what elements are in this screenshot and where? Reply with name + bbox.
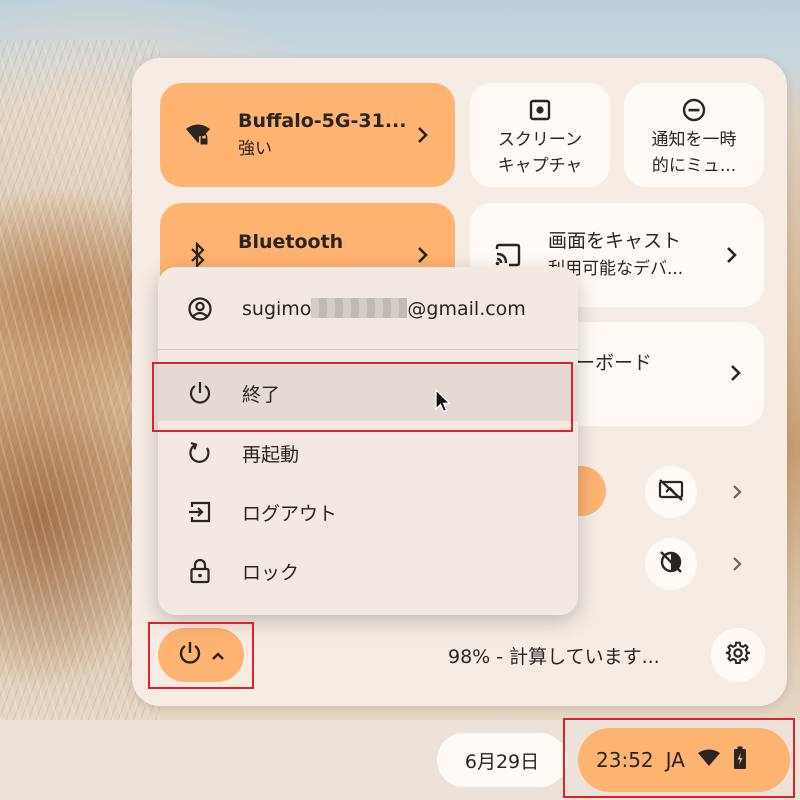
chevron-right-icon[interactable] <box>727 482 747 502</box>
email-domain: @gmail.com <box>407 298 526 320</box>
sign-out-icon <box>186 498 214 526</box>
status-area[interactable]: 23:52 JA <box>578 728 790 792</box>
power-icon <box>177 640 203 670</box>
power-menu: sugimo @gmail.com 終了 再起動 ログアウト ロック <box>158 267 578 615</box>
chevron-up-icon <box>211 646 225 665</box>
camera-off-button[interactable] <box>645 466 697 518</box>
brightness-off-icon <box>658 549 684 579</box>
battery-charging-icon <box>733 746 747 775</box>
menu-divider <box>158 349 578 350</box>
ime-indicator: JA <box>665 748 685 772</box>
date-text: 6月29日 <box>464 750 540 773</box>
network-tile[interactable]: Buffalo-5G-31... 強い <box>160 83 455 187</box>
screen-capture-tile[interactable]: スクリーン キャプチャ <box>470 83 610 187</box>
shutdown-label: 終了 <box>242 383 281 406</box>
restart-label: 再起動 <box>242 443 300 466</box>
lock-label: ロック <box>242 561 300 584</box>
keyboard-title: ーボード <box>576 352 653 374</box>
camera-off-icon <box>658 479 684 505</box>
account-item: sugimo @gmail.com <box>158 281 578 337</box>
chevron-right-icon[interactable] <box>413 246 433 264</box>
sign-out-label: ログアウト <box>242 502 338 525</box>
bluetooth-icon <box>184 241 212 269</box>
shutdown-item[interactable]: 終了 <box>158 365 578 421</box>
battery-status: 98% - 計算しています... <box>448 646 660 668</box>
sign-out-item[interactable]: ログアウト <box>158 484 578 540</box>
account-email: sugimo @gmail.com <box>242 298 526 320</box>
chevron-right-icon[interactable] <box>413 126 433 144</box>
email-prefix: sugimo <box>242 298 312 320</box>
wifi-locked-icon <box>184 121 212 149</box>
settings-button[interactable] <box>711 628 765 682</box>
chevron-right-icon[interactable] <box>727 554 747 574</box>
chevron-right-icon[interactable] <box>730 364 742 386</box>
wifi-icon <box>697 748 721 772</box>
gear-icon <box>725 640 751 670</box>
lock-item[interactable]: ロック <box>158 543 578 599</box>
do-not-disturb-icon <box>682 97 706 123</box>
cast-title: 画面をキャスト <box>548 230 682 252</box>
screen-capture-label: スクリーン キャプチャ <box>497 130 583 176</box>
clock-time: 23:52 <box>596 748 654 772</box>
account-circle-icon <box>186 295 214 323</box>
chevron-right-icon[interactable] <box>722 246 742 264</box>
cast-icon <box>494 241 522 269</box>
bluetooth-title: Bluetooth <box>238 231 344 253</box>
power-icon <box>186 379 214 407</box>
do-not-disturb-tile[interactable]: 通知を一時 的にミュ... <box>624 83 764 187</box>
do-not-disturb-label: 通知を一時 的にミュ... <box>651 130 737 176</box>
restart-item[interactable]: 再起動 <box>158 425 578 481</box>
restart-icon <box>186 439 214 467</box>
email-redaction <box>311 298 408 318</box>
date-pill[interactable]: 6月29日 <box>437 733 567 787</box>
network-strength: 強い <box>238 139 272 159</box>
mouse-cursor-icon <box>434 388 452 414</box>
lock-icon <box>186 557 214 585</box>
power-menu-button[interactable] <box>158 628 244 682</box>
screen-capture-icon <box>529 97 551 123</box>
network-name: Buffalo-5G-31... <box>238 110 407 132</box>
brightness-button[interactable] <box>645 538 697 590</box>
